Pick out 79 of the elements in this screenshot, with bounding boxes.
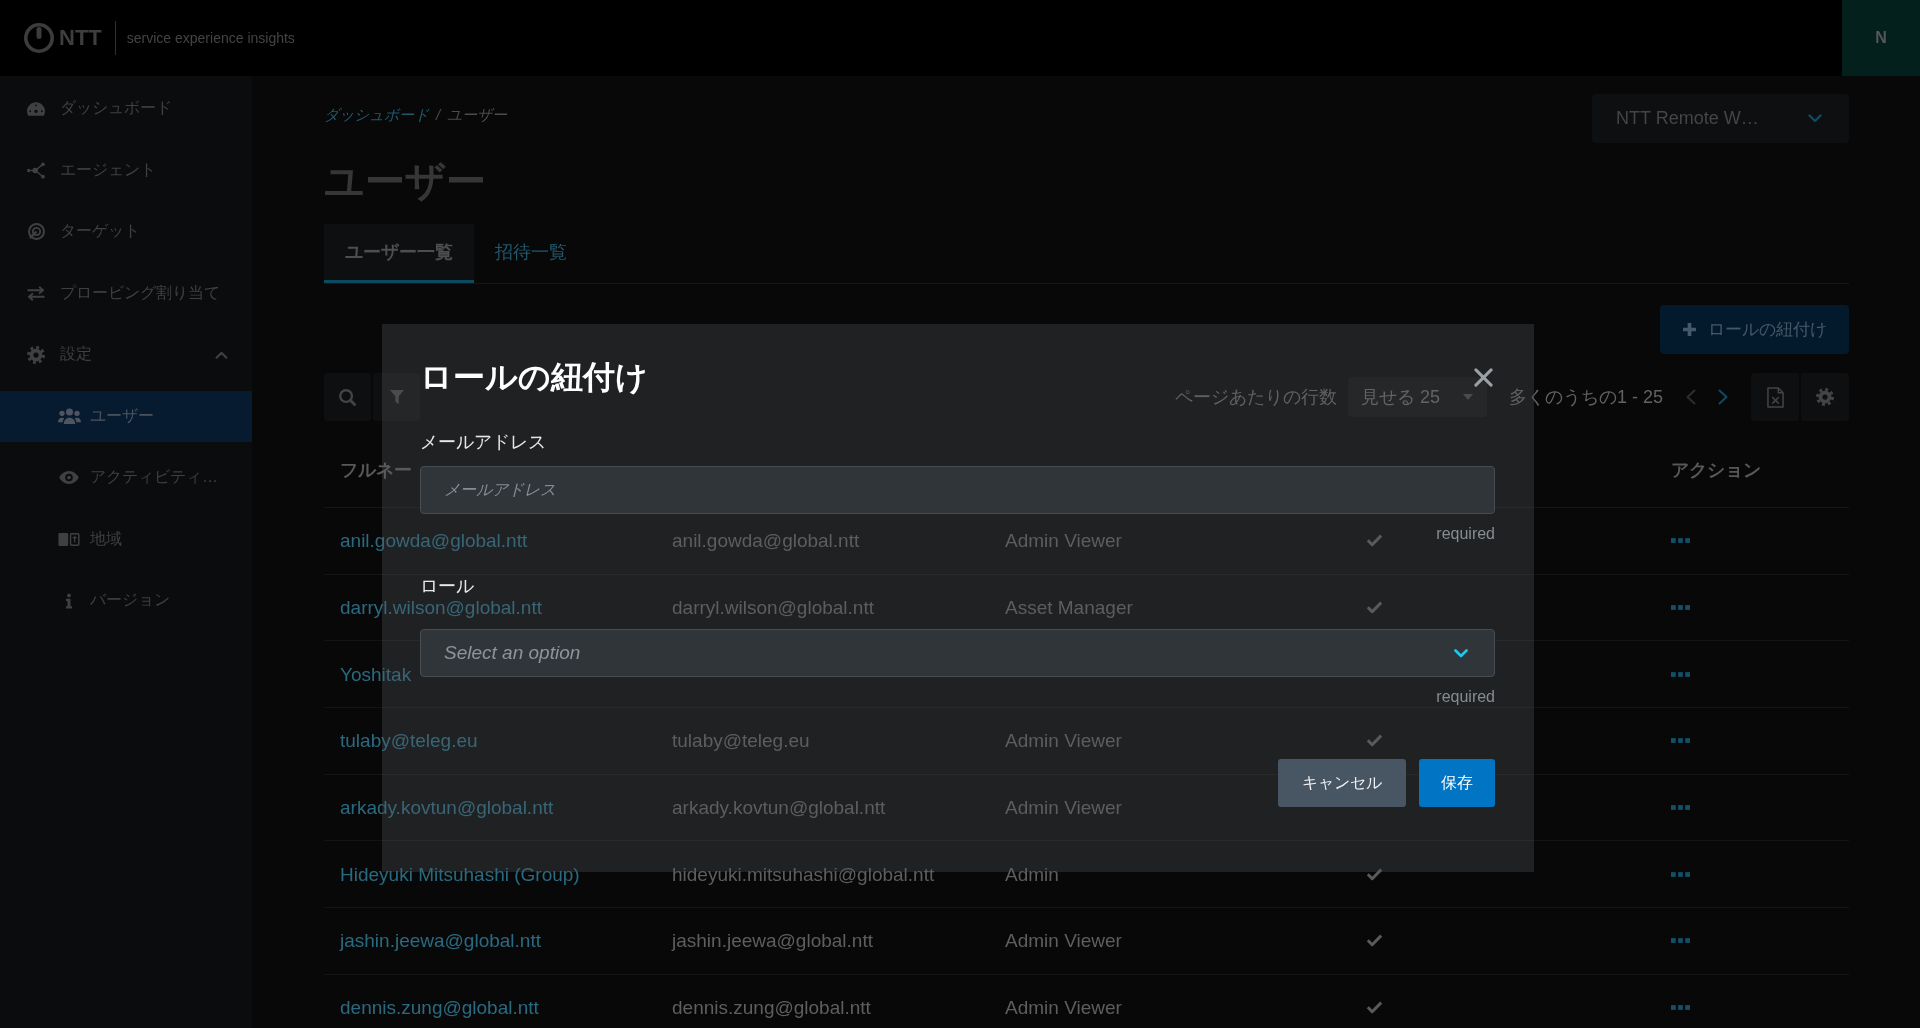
filter-icon <box>389 390 404 404</box>
save-button[interactable]: 保存 <box>1419 759 1495 807</box>
settings-icon <box>1816 388 1834 406</box>
role-text: Admin <box>1005 864 1059 884</box>
required-hint: required <box>1436 524 1495 544</box>
more-icon[interactable] <box>1671 1005 1690 1011</box>
email-text: hideyuki.mitsuhashi@global.ntt <box>672 864 935 884</box>
role-text: Admin Viewer <box>1005 931 1122 951</box>
language-icon <box>58 532 80 546</box>
role-text: Admin Viewer <box>1005 798 1122 818</box>
breadcrumb-link[interactable]: ダッシュボード <box>324 105 429 125</box>
info-icon <box>66 592 72 609</box>
gauge-icon <box>27 101 45 116</box>
settings-icon <box>27 345 45 364</box>
eye-icon <box>59 471 79 484</box>
modal-title: ロールの紐付け <box>420 358 648 397</box>
field-label: ロール <box>420 576 474 596</box>
user-name-link[interactable]: darryl.wilson@global.ntt <box>340 598 542 618</box>
role-text: Admin Viewer <box>1005 998 1122 1018</box>
user-name-link[interactable]: dennis.zung@global.ntt <box>340 998 539 1018</box>
role-text: Admin Viewer <box>1005 731 1122 751</box>
role-select[interactable]: Select an option <box>420 629 1495 677</box>
required-hint: required <box>1436 687 1495 707</box>
search-button[interactable] <box>324 373 371 421</box>
rows-per-page-select[interactable]: 見せる 25 <box>1347 377 1487 417</box>
breadcrumb-current: ユーザー <box>447 105 508 125</box>
email-text: arkady.kovtun@global.ntt <box>672 798 886 818</box>
email-input[interactable]: メールアドレス <box>420 466 1495 514</box>
avatar-button[interactable]: N <box>1842 0 1920 76</box>
email-text: tulaby@teleg.eu <box>672 731 810 751</box>
email-text: darryl.wilson@global.ntt <box>672 598 874 618</box>
field-label: メールアドレス <box>420 431 546 454</box>
cancel-button[interactable]: キャンセル <box>1278 759 1406 807</box>
nodes-icon <box>27 161 45 179</box>
target-icon <box>27 223 45 240</box>
plus-icon <box>1682 323 1696 336</box>
tab[interactable]: ユーザー一覧 <box>324 224 474 283</box>
sidebar-item[interactable]: ユーザー <box>0 390 252 442</box>
export-button[interactable] <box>1751 373 1799 421</box>
settings-button[interactable] <box>1801 373 1849 421</box>
caret-down-icon <box>1462 394 1473 400</box>
user-name-link[interactable]: anil.gowda@global.ntt <box>340 531 528 551</box>
role-text: Asset Manager <box>1005 598 1133 618</box>
logo-icon <box>24 23 54 53</box>
next-page-icon[interactable] <box>1718 389 1728 405</box>
email-text: dennis.zung@global.ntt <box>672 998 871 1018</box>
role-text: Admin Viewer <box>1005 531 1122 551</box>
chevron-down-icon <box>1454 648 1468 658</box>
user-name-link[interactable]: tulaby@teleg.eu <box>340 731 478 751</box>
chevron-up-icon[interactable] <box>215 350 228 359</box>
rows-per-page-label: ページあたりの行数 <box>1174 386 1337 409</box>
more-icon[interactable] <box>1671 738 1690 744</box>
more-icon[interactable] <box>1671 671 1690 677</box>
more-icon[interactable] <box>1671 538 1690 544</box>
email-text: jashin.jeewa@global.ntt <box>672 931 873 951</box>
add-role-button[interactable]: ロールの紐付け <box>1660 305 1849 354</box>
swap-arrows-icon <box>27 285 45 301</box>
product-name: service experience insights <box>126 29 295 47</box>
more-icon[interactable] <box>1671 871 1690 877</box>
page-range-text: 多くのうちの1 - 25 <box>1508 386 1663 409</box>
column-header: フルネー <box>340 459 412 482</box>
chevron-down-icon <box>1808 114 1822 123</box>
tab[interactable]: 招待一覧 <box>474 224 588 283</box>
search-icon <box>339 388 356 406</box>
more-icon[interactable] <box>1671 938 1690 944</box>
user-name-link[interactable]: Yoshitak <box>340 664 412 684</box>
filter-button[interactable] <box>373 373 420 421</box>
email-text: anil.gowda@global.ntt <box>672 531 860 551</box>
spreadsheet-icon <box>1766 386 1784 408</box>
close-icon[interactable] <box>1474 367 1493 387</box>
user-name-link[interactable]: arkady.kovtun@global.ntt <box>340 798 554 818</box>
brand-name: NTT <box>59 25 102 51</box>
user-name-link[interactable]: jashin.jeewa@global.ntt <box>340 931 541 951</box>
column-header: アクション <box>1671 459 1761 482</box>
more-icon[interactable] <box>1671 805 1690 811</box>
more-icon[interactable] <box>1671 605 1690 611</box>
user-name-link[interactable]: Hideyuki Mitsuhashi (Group) <box>340 864 580 884</box>
users-icon <box>57 408 81 424</box>
breadcrumb-separator: / <box>436 105 441 125</box>
